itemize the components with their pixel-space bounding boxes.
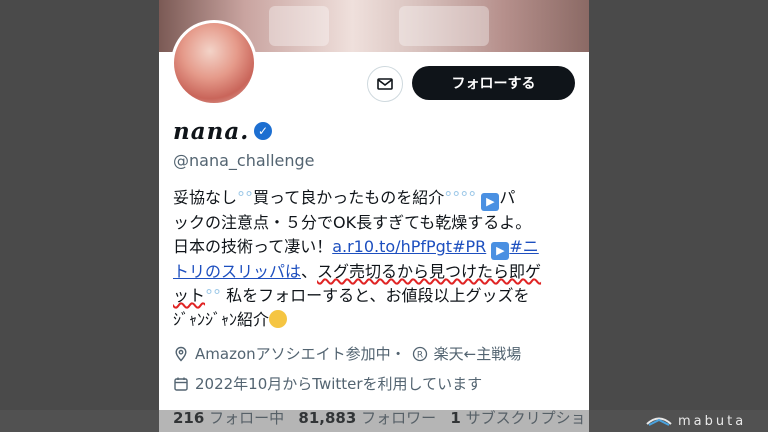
- svg-text:R: R: [416, 350, 422, 360]
- bio-text: 妥協なし: [173, 188, 238, 207]
- bio-text: パ: [499, 188, 516, 207]
- verified-badge-icon: ✓: [254, 122, 272, 140]
- bio-text: 日本の技術って凄い！: [173, 237, 333, 256]
- location-pin-icon: [175, 346, 187, 362]
- watermark: mabuta: [646, 414, 746, 429]
- profile-joined: 2022年10月からTwitterを利用しています: [173, 373, 482, 394]
- sparkle-icon: °°: [460, 188, 482, 207]
- bio-link[interactable]: a.r10.to/hPfPgt#PR: [332, 237, 486, 256]
- banner-decor: [399, 6, 489, 46]
- message-button[interactable]: [367, 66, 403, 102]
- display-name: nana.: [173, 118, 250, 145]
- location-text-2: 楽天←主戦場: [433, 345, 522, 363]
- follow-button[interactable]: フォローする: [412, 66, 575, 100]
- bio-text: 買って良かったものを紹介: [253, 188, 445, 207]
- watermark-text: mabuta: [678, 414, 747, 429]
- profile-bio: 妥協なし°°買って良かったものを紹介°°°° ▶ パ ックの注意点・５分でOK長す…: [173, 186, 577, 332]
- username: @nana_challenge: [173, 151, 315, 170]
- play-icon: ▶: [481, 193, 500, 211]
- sparkle-icon: °°: [444, 188, 461, 207]
- sparkle-icon: °°: [237, 188, 254, 207]
- avatar[interactable]: [171, 20, 257, 106]
- banner-decor: [269, 6, 329, 46]
- bio-emphasis: ット: [173, 286, 206, 305]
- pleading-face-icon: [269, 310, 288, 328]
- bio-text: 、: [301, 262, 318, 281]
- bio-text: ックの注意点・５分でOK長すぎても乾燥するよ。: [173, 213, 532, 232]
- mail-icon: [377, 78, 393, 90]
- play-icon: ▶: [491, 242, 510, 260]
- joined-text: 2022年10月からTwitterを利用しています: [195, 375, 483, 393]
- location-text: Amazonアソシエイト参加中・: [195, 345, 406, 363]
- calendar-icon: [174, 377, 188, 391]
- mabuta-logo-icon: [646, 417, 672, 426]
- bio-text: ｼﾞｬﾝｼﾞｬﾝ紹介: [173, 310, 270, 329]
- bio-emphasis: スグ売切るから見つけたら即ゲ: [317, 262, 542, 281]
- profile-location: Amazonアソシエイト参加中・ R 楽天←主戦場: [173, 343, 521, 364]
- sparkle-icon: °°: [205, 286, 222, 305]
- profile-screen: フォローする nana. ✓ @nana_challenge 妥協なし°°買って…: [159, 0, 589, 432]
- registered-icon: R: [412, 346, 427, 361]
- hashtag-link[interactable]: トリのスリッパは: [173, 262, 301, 281]
- bio-text: 私をフォローすると、お値段以上グッズを: [221, 286, 530, 305]
- hashtag-link[interactable]: #ニ: [509, 237, 538, 256]
